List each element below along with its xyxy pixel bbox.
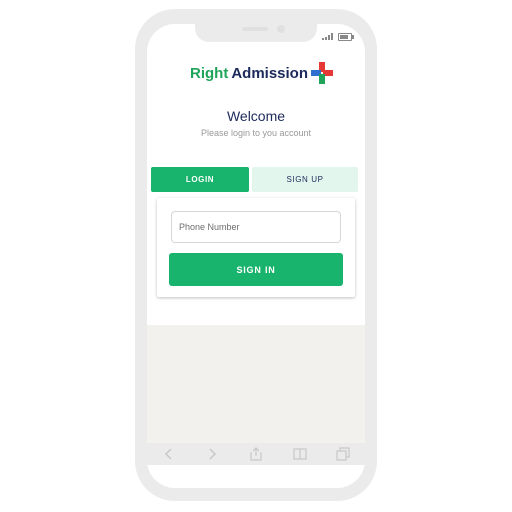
page-title: Welcome [226, 108, 286, 124]
forward-icon[interactable] [204, 446, 220, 462]
bookmarks-icon[interactable] [292, 446, 308, 462]
back-icon[interactable] [161, 446, 177, 462]
empty-content-area [147, 325, 365, 443]
tab-sign-up[interactable]: SIGN UP [252, 167, 358, 192]
browser-toolbar [147, 443, 365, 465]
brand-name-admission: Admission [231, 64, 309, 82]
battery-icon [338, 33, 354, 41]
page-subtitle: Please login to you account [200, 128, 312, 138]
signal-icon [322, 33, 333, 40]
tabs-icon[interactable] [335, 446, 351, 462]
sign-in-button[interactable]: SIGN IN [169, 253, 343, 286]
brand-name-right: Right [190, 64, 229, 82]
medical-cross-icon [311, 62, 334, 84]
speaker-icon [242, 27, 268, 31]
tab-login[interactable]: LOGIN [151, 167, 249, 192]
camera-icon [277, 25, 285, 33]
brand-logo: Right Admission [190, 62, 334, 84]
share-icon[interactable] [248, 446, 264, 462]
phone-number-input[interactable] [171, 211, 341, 243]
